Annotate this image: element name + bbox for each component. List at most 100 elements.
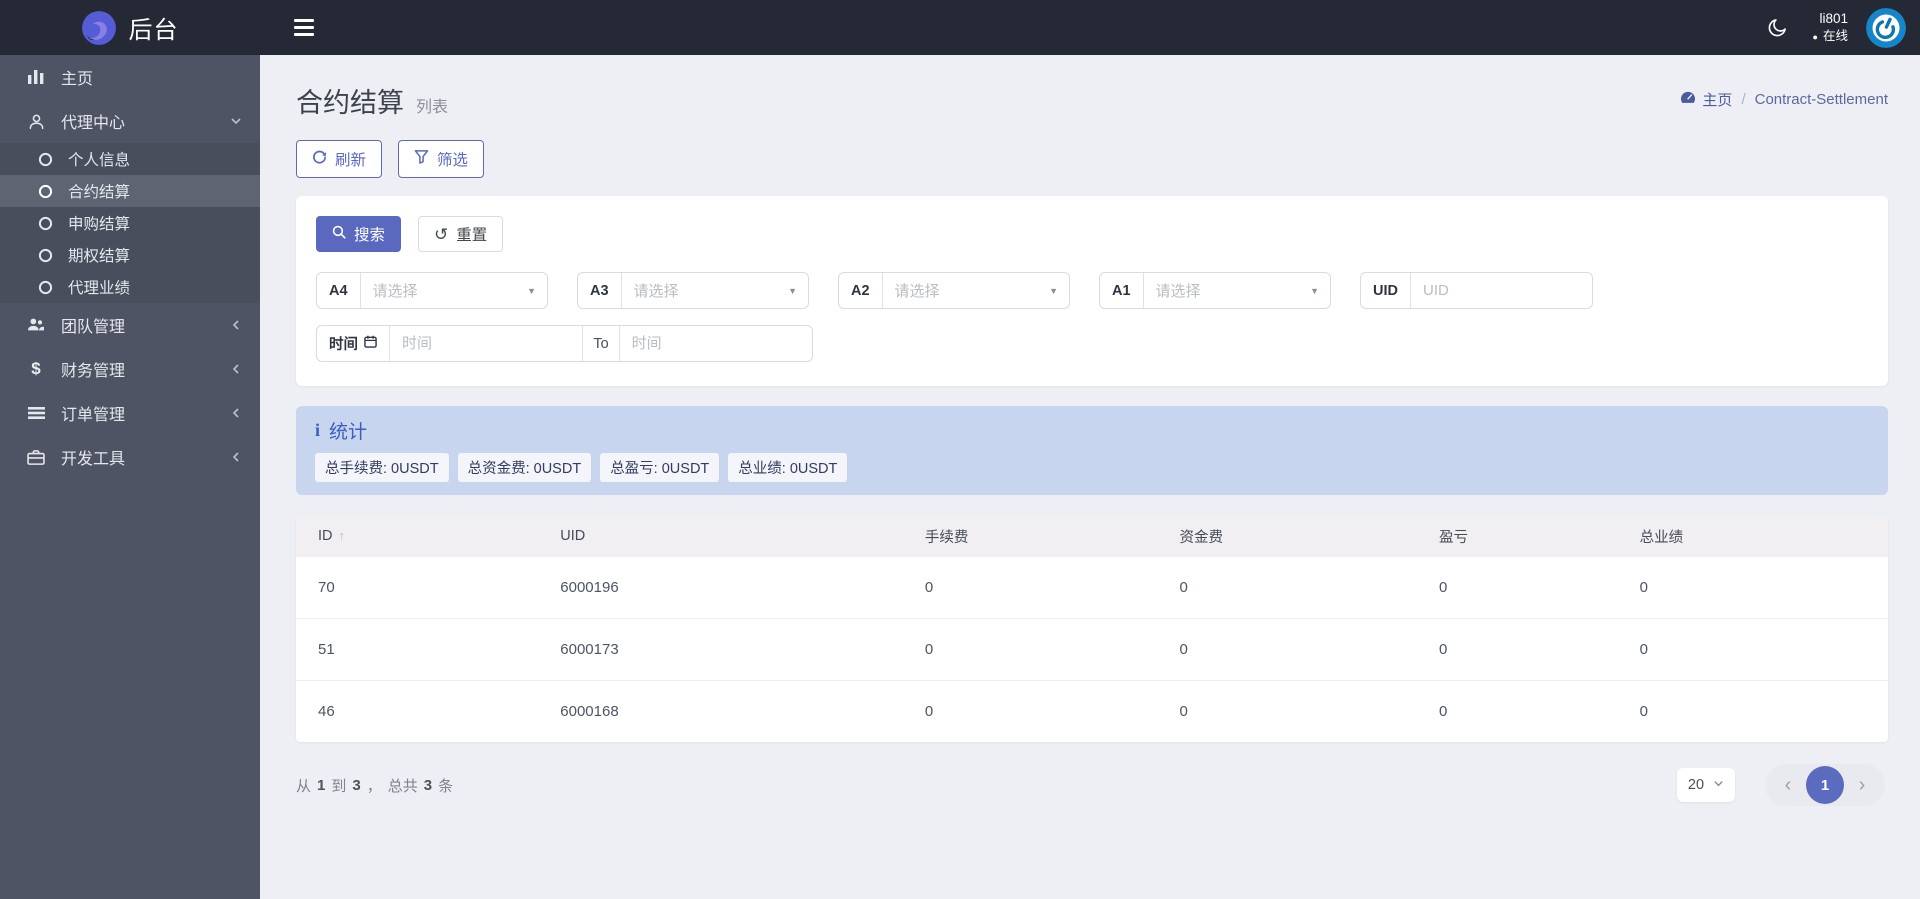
cell-funding: 0 — [1179, 679, 1440, 742]
stats-title: i 统计 — [315, 417, 1869, 444]
select-a2[interactable]: A2 请选择 ▼ — [838, 272, 1070, 309]
sidebar-item-label: 个人信息 — [68, 152, 131, 169]
select-a4[interactable]: A4 请选择 ▼ — [316, 272, 548, 309]
uid-input[interactable] — [1410, 282, 1592, 299]
caret-down-icon: ▼ — [1310, 285, 1319, 296]
chevron-left-icon — [230, 407, 242, 419]
current-page-button[interactable]: 1 — [1806, 766, 1844, 804]
cell-total: 0 — [1639, 679, 1888, 742]
user-icon — [25, 113, 47, 130]
list-footer: 从 1 到 3，总共 3 条 20 ‹ 1 › — [296, 764, 1888, 806]
results-table-card: ID ↑ UID 手续费 资金费 盈亏 总业绩 70 6000196 0 0 0 … — [296, 517, 1888, 742]
reset-icon: ↺ — [434, 224, 449, 244]
refresh-icon — [312, 149, 327, 169]
column-header-fee[interactable]: 手续费 — [924, 517, 1180, 556]
select-a3[interactable]: A3 请选择 ▼ — [577, 272, 809, 309]
sidebar-item-contract-settlement[interactable]: 合约结算 — [0, 175, 260, 207]
circle-icon — [36, 248, 54, 263]
select-a1[interactable]: A1 请选择 ▼ — [1099, 272, 1331, 309]
page-size-select[interactable]: 20 — [1677, 768, 1735, 802]
circle-icon — [36, 152, 54, 167]
table-row[interactable]: 51 6000173 0 0 0 0 — [296, 617, 1888, 680]
sidebar-item-order-management[interactable]: 订单管理 — [0, 391, 260, 435]
sidebar-item-label: 主页 — [61, 71, 94, 88]
sidebar-item-dev-tools[interactable]: 开发工具 — [0, 435, 260, 479]
sidebar-item-agent-center[interactable]: 代理中心 — [0, 99, 260, 143]
sidebar-item-label: 团队管理 — [61, 319, 126, 336]
username: li801 — [1819, 10, 1848, 26]
reset-label: 重置 — [456, 227, 488, 244]
sidebar-item-finance-management[interactable]: $ 财务管理 — [0, 347, 260, 391]
prev-page-button[interactable]: ‹ — [1774, 771, 1802, 799]
app-logo-icon — [81, 10, 116, 45]
user-block[interactable]: li801 ● 在线 — [1813, 10, 1848, 45]
column-header-total[interactable]: 总业绩 — [1639, 517, 1888, 556]
chevron-left-icon — [230, 319, 242, 331]
team-icon — [25, 317, 47, 333]
bar-chart-icon — [25, 69, 47, 85]
sidebar-item-label: 财务管理 — [61, 363, 126, 380]
cell-total: 0 — [1639, 617, 1888, 680]
cell-uid: 6000173 — [560, 617, 925, 680]
cell-funding: 0 — [1179, 555, 1440, 618]
column-header-funding[interactable]: 资金费 — [1179, 517, 1440, 556]
page-size-value: 20 — [1687, 777, 1705, 793]
select-a1-placeholder: 请选择 — [1155, 283, 1201, 300]
stat-badge-total-funding: 总资金费: 0USDT — [457, 453, 592, 482]
results-summary: 从 1 到 3，总共 3 条 — [296, 776, 454, 795]
sidebar-item-home[interactable]: 主页 — [0, 55, 260, 99]
dark-mode-moon-icon[interactable] — [1759, 10, 1795, 46]
results-table: ID ↑ UID 手续费 资金费 盈亏 总业绩 70 6000196 0 0 0 … — [296, 517, 1888, 742]
reset-button[interactable]: ↺ 重置 — [418, 216, 504, 252]
filter-button[interactable]: 筛选 — [398, 140, 485, 178]
sidebar-item-label: 代理中心 — [61, 115, 126, 132]
breadcrumb: 主页 / Contract-Settlement — [1680, 89, 1888, 110]
breadcrumb-current: Contract-Settlement — [1754, 91, 1888, 108]
time-range-group: 时间 To — [316, 325, 813, 362]
column-header-uid[interactable]: UID — [560, 517, 925, 556]
page-head: 合约结算 列表 主页 / Contract-Settlement — [296, 81, 1888, 120]
cell-pnl: 0 — [1439, 555, 1640, 618]
sidebar-item-subscription-settlement[interactable]: 申购结算 — [0, 207, 260, 239]
time-to-input[interactable] — [619, 335, 813, 352]
dollar-icon: $ — [31, 359, 41, 378]
agent-center-submenu: 个人信息 合约结算 申购结算 期权结算 代理业绩 — [0, 143, 260, 303]
avatar[interactable] — [1866, 7, 1906, 48]
search-button[interactable]: 搜索 — [316, 216, 402, 252]
table-row[interactable]: 70 6000196 0 0 0 0 — [296, 555, 1888, 618]
select-a1-label: A1 — [1100, 273, 1144, 308]
caret-down-icon: ▼ — [1049, 285, 1058, 296]
hamburger-menu-icon[interactable] — [288, 13, 320, 42]
list-icon — [25, 406, 47, 420]
page-title: 合约结算 — [296, 88, 404, 118]
main-content: 合约结算 列表 主页 / Contract-Settlement 刷新 筛选 搜… — [260, 55, 1920, 899]
online-dot-icon: ● — [1812, 31, 1818, 42]
chevron-down-icon — [230, 115, 242, 127]
column-header-id[interactable]: ID ↑ — [296, 517, 561, 556]
refresh-label: 刷新 — [335, 152, 367, 169]
column-header-pnl[interactable]: 盈亏 — [1439, 517, 1640, 556]
sidebar-item-options-settlement[interactable]: 期权结算 — [0, 239, 260, 271]
time-from-input[interactable] — [390, 335, 583, 352]
breadcrumb-home-link[interactable]: 主页 — [1680, 89, 1732, 110]
filter-label: 筛选 — [437, 152, 469, 169]
select-a4-label: A4 — [317, 273, 361, 308]
chevron-left-icon — [230, 363, 242, 375]
cell-total: 0 — [1639, 555, 1888, 618]
sidebar-item-team-management[interactable]: 团队管理 — [0, 303, 260, 347]
refresh-button[interactable]: 刷新 — [296, 140, 383, 178]
sidebar-item-label: 期权结算 — [68, 248, 131, 265]
search-label: 搜索 — [354, 227, 386, 244]
tools-icon — [25, 449, 47, 465]
circle-icon — [36, 216, 54, 231]
next-page-button[interactable]: › — [1848, 771, 1876, 799]
table-header-row: ID ↑ UID 手续费 资金费 盈亏 总业绩 — [296, 517, 1888, 556]
brand: 后台 — [0, 0, 260, 55]
sidebar-item-label: 申购结算 — [68, 216, 131, 233]
uid-label: UID — [1361, 273, 1411, 308]
table-row[interactable]: 46 6000168 0 0 0 0 — [296, 679, 1888, 742]
sidebar-item-personal-info[interactable]: 个人信息 — [0, 143, 260, 175]
circle-icon — [36, 184, 54, 199]
sidebar-item-agent-performance[interactable]: 代理业绩 — [0, 271, 260, 303]
select-a2-label: A2 — [839, 273, 883, 308]
